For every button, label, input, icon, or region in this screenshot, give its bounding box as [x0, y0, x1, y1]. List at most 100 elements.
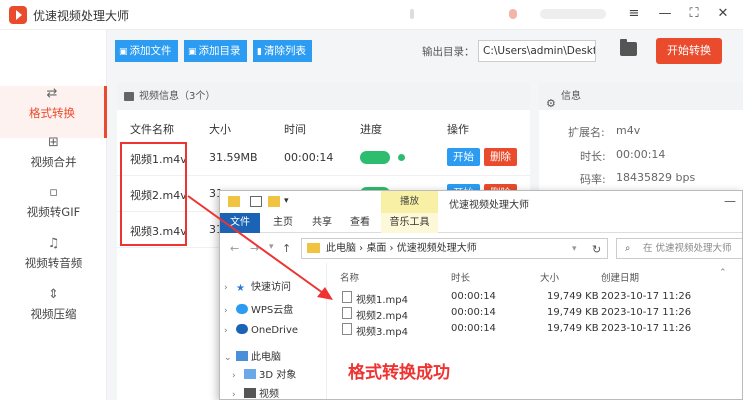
- add-directory-button[interactable]: ▣ 添加目录: [184, 40, 247, 62]
- column-chevron-icon: ⌃: [719, 268, 727, 278]
- add-file-button[interactable]: ▣ 添加文件: [115, 40, 178, 62]
- close-icon[interactable]: ✕: [713, 6, 733, 21]
- close-icon[interactable]: —: [724, 194, 736, 208]
- sidebar-item-video-merge[interactable]: ⊞ 视频合并: [0, 135, 107, 187]
- nav-label: 视频: [259, 389, 279, 400]
- folder-icon[interactable]: [620, 39, 637, 56]
- up-icon[interactable]: ↑: [282, 242, 291, 255]
- expand-icon: ›: [232, 390, 236, 400]
- output-path-field[interactable]: C:\Users\admin\Deskto: [478, 40, 596, 62]
- nav-label: 3D 对象: [259, 370, 297, 381]
- file-size: 19,749 KB: [547, 307, 599, 318]
- tab-view[interactable]: 查看: [342, 213, 378, 233]
- file-row[interactable]: 视频1.mp4 00:00:14 19,749 KB 2023-10-17 11…: [340, 291, 740, 306]
- nav-item-3d-objects[interactable]: › 3D 对象: [232, 366, 296, 381]
- app-window: 优速视频处理大师 ≡ — ⛶ ✕ ⇄ 格式转换 ⊞ 视频合并 ▫ 视频转GIF …: [0, 0, 743, 400]
- col-created[interactable]: 创建日期: [601, 270, 639, 284]
- col-time: 时间: [284, 123, 306, 136]
- folder-icon: [228, 196, 240, 207]
- clear-list-button[interactable]: ▮ 清除列表: [253, 40, 312, 62]
- clear-list-label: 清除列表: [263, 45, 306, 57]
- qat-dropdown-icon[interactable]: ▾: [284, 196, 292, 207]
- compress-icon: ⇕: [48, 287, 59, 302]
- status-dot: [398, 154, 405, 161]
- app-logo-icon: [9, 6, 27, 24]
- row-delete-button[interactable]: 删除: [484, 148, 517, 166]
- sidebar-item-video-audio[interactable]: ♫ 视频转音频: [0, 236, 107, 288]
- sidebar-item-label: 视频转GIF: [26, 205, 81, 219]
- menu-icon[interactable]: ≡: [624, 6, 644, 21]
- nav-label: 快速访问: [251, 282, 291, 293]
- address-box[interactable]: 此电脑 › 桌面 › 优速视频处理大师: [301, 238, 608, 259]
- search-input[interactable]: ⌕ 在 优速视频处理大师: [616, 238, 742, 259]
- forward-icon[interactable]: →: [250, 242, 259, 255]
- audio-icon: ♫: [47, 236, 60, 251]
- sidebar-item-video-compress[interactable]: ⇕ 视频压缩: [0, 287, 107, 339]
- file-duration: 00:00:14: [451, 307, 496, 318]
- tab-home[interactable]: 主页: [265, 213, 301, 233]
- file-explorer-window: ▾ 播放 优速视频处理大师 — 文件 主页 共享 查看 音乐工具 ← → ▾ ↑…: [219, 190, 743, 400]
- success-annotation: 格式转换成功: [348, 363, 450, 383]
- recent-dropdown-icon[interactable]: ▾: [269, 242, 274, 252]
- info-bitrate-label: 码率:: [580, 173, 606, 186]
- file-size: 19,749 KB: [547, 323, 599, 334]
- row-start-button[interactable]: 开始: [447, 148, 480, 166]
- nav-item-wps-cloud[interactable]: › WPS云盘: [224, 301, 293, 316]
- tab-share[interactable]: 共享: [304, 213, 340, 233]
- star-icon: ★: [236, 283, 245, 294]
- highlight-box-filenames: [120, 142, 187, 246]
- expand-icon: ›: [232, 371, 236, 381]
- cube-icon: [244, 369, 256, 379]
- tab-file[interactable]: 文件: [220, 213, 260, 233]
- tab-music-tools[interactable]: 音乐工具: [381, 213, 438, 233]
- nav-item-onedrive[interactable]: › OneDrive: [224, 324, 298, 336]
- col-size: 大小: [209, 123, 231, 136]
- title-bar: 优速视频处理大师 ≡ — ⛶ ✕: [0, 0, 743, 30]
- minimize-icon[interactable]: —: [655, 6, 675, 21]
- file-duration: 00:00:14: [451, 291, 496, 302]
- file-row[interactable]: 视频3.mp4 00:00:14 19,749 KB 2023-10-17 11…: [340, 323, 740, 338]
- address-bar-row: ← → ▾ ↑ 此电脑 › 桌面 › 优速视频处理大师 ▾ ↻ ⌕ 在 优速视频…: [220, 233, 742, 263]
- sidebar-item-format-convert[interactable]: ⇄ 格式转换: [0, 86, 107, 138]
- address-dropdown-icon[interactable]: ▾: [572, 244, 577, 254]
- new-folder-icon[interactable]: [268, 196, 280, 207]
- context-tab-play[interactable]: 播放: [381, 191, 438, 213]
- col-size[interactable]: 大小: [540, 270, 559, 284]
- file-duration: 00:00:14: [451, 323, 496, 334]
- convert-icon: ⇄: [46, 86, 58, 101]
- sidebar: ⇄ 格式转换 ⊞ 视频合并 ▫ 视频转GIF ♫ 视频转音频 ⇕ 视频压缩: [0, 30, 107, 400]
- file-created: 2023-10-17 11:26: [601, 291, 692, 302]
- sidebar-item-label: 视频压缩: [30, 307, 77, 321]
- sidebar-item-video-gif[interactable]: ▫ 视频转GIF: [0, 185, 107, 237]
- cloud-icon: [236, 304, 248, 314]
- back-icon[interactable]: ←: [230, 242, 239, 255]
- sidebar-item-label: 格式转换: [29, 106, 75, 120]
- quick-access-toolbar: ▾ 播放 优速视频处理大师 —: [220, 191, 742, 213]
- properties-icon[interactable]: [250, 196, 262, 207]
- maximize-icon[interactable]: ⛶: [684, 6, 704, 21]
- gear-icon: ⚙: [546, 97, 556, 110]
- gif-icon: ▫: [49, 185, 58, 200]
- nav-item-this-pc[interactable]: ⌄ 此电脑: [224, 348, 281, 363]
- sidebar-item-label: 视频合并: [30, 155, 77, 169]
- nav-item-quick-access[interactable]: › ★ 快速访问: [224, 278, 291, 294]
- refresh-icon[interactable]: ↻: [592, 243, 601, 256]
- explorer-title: 优速视频处理大师: [449, 200, 529, 211]
- computer-icon: [236, 351, 248, 361]
- file-size: 31.59MB: [209, 151, 258, 164]
- breadcrumb: 此电脑 › 桌面 › 优速视频处理大师: [326, 243, 477, 254]
- file-row[interactable]: 视频2.mp4 00:00:14 19,749 KB 2023-10-17 11…: [340, 307, 740, 322]
- expand-icon: ⌄: [224, 353, 232, 363]
- start-convert-button[interactable]: 开始转换: [656, 38, 722, 64]
- blurred-titlebar-region: [509, 9, 517, 19]
- add-file-icon: ▣: [119, 47, 128, 57]
- nav-item-videos[interactable]: › 视频: [232, 385, 279, 400]
- col-duration[interactable]: 时长: [451, 270, 470, 284]
- search-icon: ⌕: [625, 243, 631, 254]
- col-name[interactable]: 名称: [340, 270, 359, 284]
- add-file-label: 添加文件: [129, 45, 172, 57]
- info-panel-title: 信息: [561, 91, 581, 102]
- add-folder-icon: ▣: [188, 47, 197, 57]
- file-name: 视频3.mp4: [356, 327, 408, 338]
- file-name: 视频2.mp4: [356, 311, 408, 322]
